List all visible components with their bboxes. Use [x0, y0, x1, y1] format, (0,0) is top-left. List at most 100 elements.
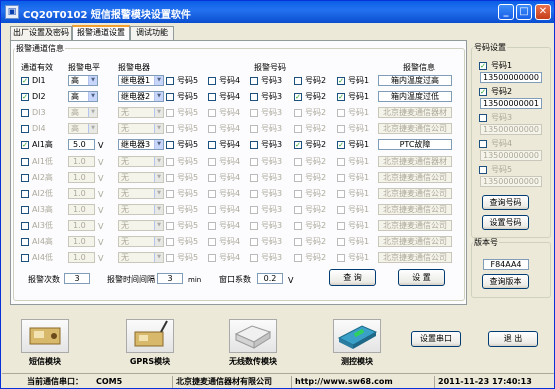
query-version-button[interactable]: 查询版本 — [482, 274, 529, 289]
control-module[interactable]: 测控模块 — [333, 319, 381, 367]
number-enable-checkbox[interactable] — [479, 166, 487, 174]
exit-button[interactable]: 退 出 — [488, 331, 538, 347]
number-enable-checkbox[interactable]: ✓ — [479, 88, 487, 96]
row-phone-checkbox[interactable] — [337, 174, 345, 182]
row-relay-select[interactable]: 无 ▼ — [118, 220, 164, 231]
maximize-button[interactable]: □ — [516, 4, 532, 20]
row-level-select[interactable]: 高 ▼ — [68, 75, 98, 86]
row-phone-checkbox[interactable] — [294, 254, 302, 262]
row-phone-checkbox[interactable] — [250, 109, 258, 117]
row-phone-checkbox[interactable] — [294, 77, 302, 85]
row-level-input[interactable]: 1.0 — [68, 188, 95, 199]
wireless-module[interactable]: 无线数传模块 — [229, 319, 277, 367]
row-enable-checkbox[interactable] — [21, 254, 29, 262]
row-info-input[interactable]: 北京捷麦通信公司 — [378, 123, 452, 134]
row-enable-checkbox[interactable] — [21, 125, 29, 133]
row-phone-checkbox[interactable] — [208, 77, 216, 85]
row-info-input[interactable]: PTC故障 — [378, 139, 452, 150]
row-info-input[interactable]: 箱内温度过低 — [378, 91, 452, 102]
row-level-input[interactable]: 1.0 — [68, 204, 95, 215]
number-input[interactable]: 13500000000 — [480, 176, 542, 187]
number-input[interactable]: 13500000000 — [480, 72, 542, 83]
window-input[interactable]: 0.2 — [257, 273, 283, 284]
row-info-input[interactable]: 北京捷麦通信器材 — [378, 107, 452, 118]
tab-alarm-channel[interactable]: 报警通道设置 — [72, 25, 130, 40]
row-relay-select[interactable]: 无 ▼ — [118, 252, 164, 263]
row-relay-select[interactable]: 无 ▼ — [118, 156, 164, 167]
row-phone-checkbox[interactable] — [208, 222, 216, 230]
row-relay-select[interactable]: 继电器2 ▼ — [118, 91, 164, 102]
row-phone-checkbox[interactable] — [337, 206, 345, 214]
row-phone-checkbox[interactable] — [166, 254, 174, 262]
row-phone-checkbox[interactable] — [294, 206, 302, 214]
row-enable-checkbox[interactable] — [21, 238, 29, 246]
row-relay-select[interactable]: 继电器3 ▼ — [118, 139, 164, 150]
row-phone-checkbox[interactable] — [294, 109, 302, 117]
set-number-button[interactable]: 设置号码 — [482, 215, 529, 230]
count-input[interactable]: 3 — [64, 273, 90, 284]
row-enable-checkbox[interactable] — [21, 206, 29, 214]
row-phone-checkbox[interactable] — [294, 238, 302, 246]
row-enable-checkbox[interactable] — [21, 174, 29, 182]
row-relay-select[interactable]: 无 ▼ — [118, 107, 164, 118]
row-level-input[interactable]: 1.0 — [68, 252, 95, 263]
row-phone-checkbox[interactable] — [208, 125, 216, 133]
row-phone-checkbox[interactable] — [250, 190, 258, 198]
close-button[interactable]: ✕ — [535, 4, 551, 20]
row-relay-select[interactable]: 无 ▼ — [118, 236, 164, 247]
row-phone-checkbox[interactable] — [166, 222, 174, 230]
row-phone-checkbox[interactable] — [294, 190, 302, 198]
serial-settings-button[interactable]: 设置串口 — [411, 331, 461, 347]
row-phone-checkbox[interactable] — [166, 174, 174, 182]
row-phone-checkbox[interactable] — [166, 141, 174, 149]
row-phone-checkbox[interactable] — [250, 174, 258, 182]
query-number-button[interactable]: 查询号码 — [482, 195, 529, 210]
tab-factory-settings[interactable]: 出厂设置及密码 — [10, 26, 72, 40]
row-phone-checkbox[interactable] — [208, 141, 216, 149]
row-enable-checkbox[interactable] — [21, 158, 29, 166]
row-info-input[interactable]: 北京捷麦通信器材 — [378, 156, 452, 167]
row-info-input[interactable]: 北京捷麦通信公司 — [378, 172, 452, 183]
row-phone-checkbox[interactable] — [337, 190, 345, 198]
row-phone-checkbox[interactable] — [294, 125, 302, 133]
row-phone-checkbox[interactable] — [208, 93, 216, 101]
row-level-input[interactable]: 1.0 — [68, 220, 95, 231]
row-phone-checkbox[interactable] — [337, 125, 345, 133]
sms-module[interactable]: 短信模块 — [21, 319, 69, 367]
row-phone-checkbox[interactable]: ✓ — [294, 141, 302, 149]
number-enable-checkbox[interactable] — [479, 114, 487, 122]
row-phone-checkbox[interactable] — [208, 238, 216, 246]
row-level-select[interactable]: 高 ▼ — [68, 91, 98, 102]
row-enable-checkbox[interactable]: ✓ — [21, 141, 29, 149]
row-info-input[interactable]: 箱内温度过高 — [378, 75, 452, 86]
row-phone-checkbox[interactable]: ✓ — [337, 77, 345, 85]
row-level-input[interactable]: 5.0 — [68, 139, 95, 150]
row-phone-checkbox[interactable]: ✓ — [337, 141, 345, 149]
row-level-input[interactable]: 1.0 — [68, 236, 95, 247]
row-phone-checkbox[interactable] — [294, 158, 302, 166]
row-phone-checkbox[interactable] — [208, 174, 216, 182]
row-level-input[interactable]: 1.0 — [68, 156, 95, 167]
row-phone-checkbox[interactable] — [250, 77, 258, 85]
row-phone-checkbox[interactable] — [250, 93, 258, 101]
interval-input[interactable]: 3 — [157, 273, 183, 284]
row-phone-checkbox[interactable] — [294, 174, 302, 182]
row-relay-select[interactable]: 继电器1 ▼ — [118, 75, 164, 86]
row-phone-checkbox[interactable] — [208, 254, 216, 262]
row-level-select[interactable]: 高 ▼ — [68, 107, 98, 118]
number-enable-checkbox[interactable]: ✓ — [479, 62, 487, 70]
row-info-input[interactable]: 北京捷麦通信公司 — [378, 220, 452, 231]
row-phone-checkbox[interactable] — [337, 254, 345, 262]
row-relay-select[interactable]: 无 ▼ — [118, 204, 164, 215]
row-phone-checkbox[interactable] — [337, 222, 345, 230]
row-phone-checkbox[interactable] — [166, 125, 174, 133]
row-phone-checkbox[interactable] — [166, 77, 174, 85]
row-phone-checkbox[interactable]: ✓ — [337, 93, 345, 101]
row-phone-checkbox[interactable] — [166, 206, 174, 214]
number-input[interactable]: 13500000000 — [480, 124, 542, 135]
row-relay-select[interactable]: 无 ▼ — [118, 123, 164, 134]
row-phone-checkbox[interactable] — [250, 158, 258, 166]
set-alarm-button[interactable]: 设 置 — [398, 269, 445, 286]
row-level-select[interactable]: 高 ▼ — [68, 123, 98, 134]
row-phone-checkbox[interactable] — [208, 190, 216, 198]
